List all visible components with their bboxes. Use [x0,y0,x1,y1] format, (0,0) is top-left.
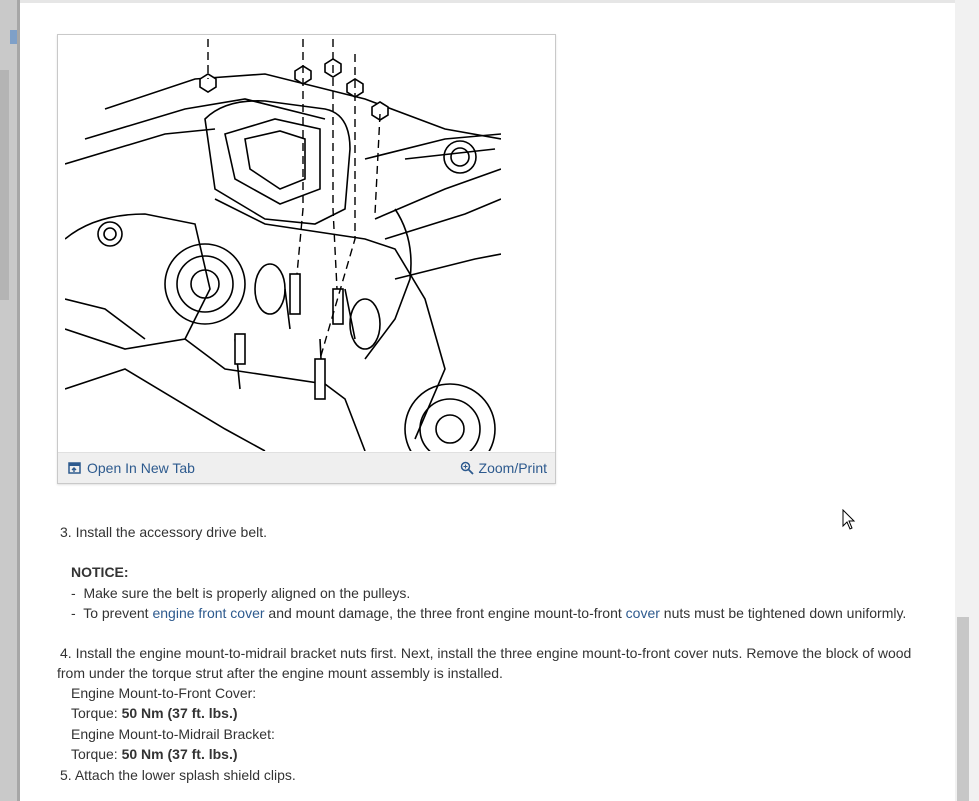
step-number: 5. [60,767,72,783]
step-5: 5. Attach the lower splash shield clips. [60,765,296,785]
open-in-new-tab-link[interactable]: Open In New Tab [68,460,195,476]
figure-toolbar: Open In New Tab Zoom/Print [58,452,555,483]
content-panel: Open In New Tab Zoom/Print 3. Install th… [20,0,955,801]
bullet: - [71,585,76,601]
torque-value: 50 Nm (37 ft. lbs.) [121,746,238,762]
notice-item-text: Make sure the belt is properly aligned o… [83,585,411,601]
notice-text-middle: and mount damage, the three front engine… [264,605,626,621]
step-4: 4. Install the engine mount-to-midrail b… [60,643,911,663]
left-scrollbar-thumb[interactable] [0,70,9,300]
cover-link[interactable]: cover [626,605,660,621]
notice-text-before: To prevent [83,605,153,621]
step-text-line-1: Install the engine mount-to-midrail brac… [75,645,912,661]
step-text: Install the accessory drive belt. [75,524,267,540]
engine-mount-illustration[interactable] [65,39,501,451]
step-text: Attach the lower splash shield clips. [74,767,296,783]
scrollbar-thumb[interactable] [957,617,969,801]
panel-top-edge [20,0,955,3]
notice-heading: NOTICE: [71,564,129,580]
figure-card: Open In New Tab Zoom/Print [57,34,556,484]
step-3: 3. Install the accessory drive belt. [60,522,267,542]
mouse-cursor-icon [842,509,856,530]
bullet: - [71,605,76,621]
magnifier-icon [460,461,474,475]
step-4-line-2: from under the torque strut after the en… [57,665,503,681]
open-in-new-tab-label: Open In New Tab [87,460,195,476]
zoom-print-label: Zoom/Print [478,460,547,476]
open-in-new-tab-icon [68,462,81,474]
spec-midrail-torque: Torque: 50 Nm (37 ft. lbs.) [71,744,238,764]
zoom-print-link[interactable]: Zoom/Print [460,460,547,476]
spec-front-cover-torque: Torque: 50 Nm (37 ft. lbs.) [71,703,238,723]
torque-value: 50 Nm (37 ft. lbs.) [121,705,238,721]
step-number: 3. [60,524,72,540]
engine-front-cover-link[interactable]: engine front cover [152,605,264,621]
torque-label: Torque: [71,746,122,762]
spec-midrail-label: Engine Mount-to-Midrail Bracket: [71,726,275,742]
step-number: 4. [60,645,72,661]
notice-item-2: - To prevent engine front cover and moun… [71,603,906,623]
spec-front-cover-label: Engine Mount-to-Front Cover: [71,685,257,701]
torque-label: Torque: [71,705,122,721]
notice-text-after: nuts must be tightened down uniformly. [659,605,907,621]
notice-item-1: - Make sure the belt is properly aligned… [71,583,410,603]
